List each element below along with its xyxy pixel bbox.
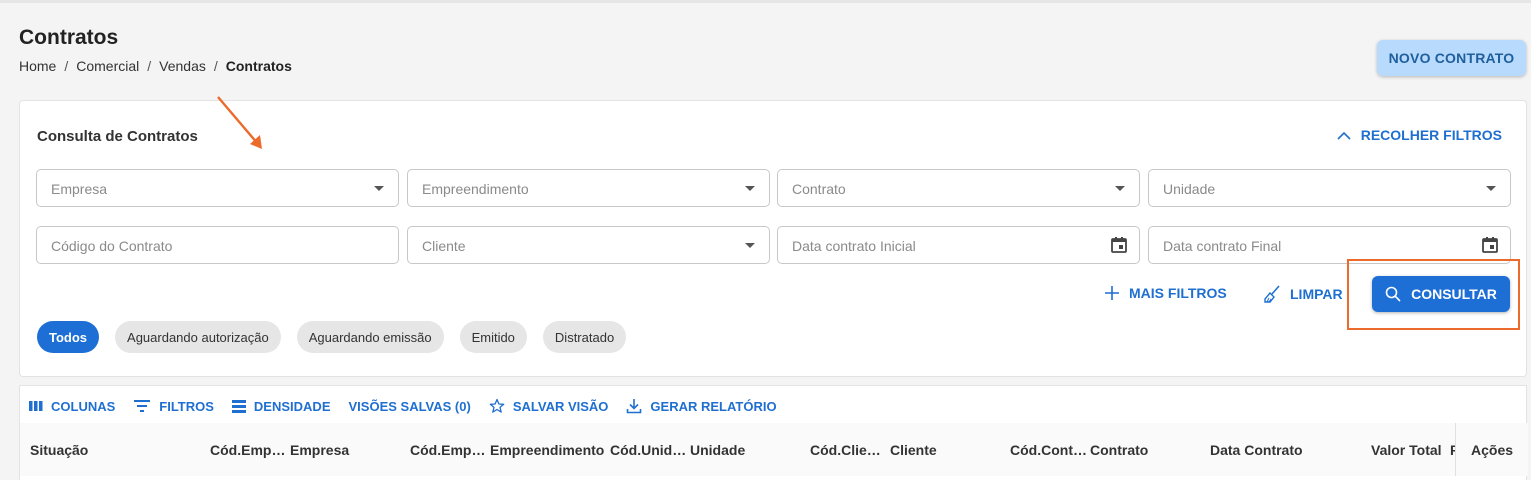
chip-aguardando-emissao[interactable]: Aguardando emissão xyxy=(296,321,444,353)
codigo-contrato-placeholder: Código do Contrato xyxy=(51,238,173,254)
filters-label: FILTROS xyxy=(159,398,214,414)
column-header-unidade[interactable]: Unidade xyxy=(690,442,745,458)
filters-button[interactable]: FILTROS xyxy=(133,399,214,414)
empreendimento-placeholder: Empreendimento xyxy=(422,181,529,197)
column-header-valor-total[interactable]: Valor Total xyxy=(1371,442,1442,458)
column-header-empreendimento[interactable]: Empreendimento xyxy=(490,442,604,458)
unidade-placeholder: Unidade xyxy=(1163,181,1216,197)
breadcrumb-separator: / xyxy=(213,58,218,74)
breadcrumb-separator: / xyxy=(64,58,69,74)
clear-label: LIMPAR xyxy=(1290,286,1343,302)
chevron-down-icon xyxy=(1115,186,1125,191)
more-filters-button[interactable]: MAIS FILTROS xyxy=(1104,285,1227,301)
chip-distratado[interactable]: Distratado xyxy=(542,321,627,353)
columns-button[interactable]: COLUNAS xyxy=(29,399,115,414)
annotation-arrow-icon xyxy=(217,96,262,149)
column-header-cod-unidade[interactable]: Cód.Unid… xyxy=(610,442,686,458)
unidade-select[interactable]: Unidade xyxy=(1148,169,1511,207)
contrato-select[interactable]: Contrato xyxy=(777,169,1140,207)
chip-emitido[interactable]: Emitido xyxy=(459,321,527,353)
column-header-contrato[interactable]: Contrato xyxy=(1090,442,1148,458)
consult-label: CONSULTAR xyxy=(1411,286,1497,302)
columns-label: COLUNAS xyxy=(51,398,116,414)
chevron-up-icon xyxy=(1337,131,1351,140)
clear-button[interactable]: LIMPAR xyxy=(1263,285,1343,303)
collapse-filters-label: RECOLHER FILTROS xyxy=(1360,127,1502,143)
table-header-row: Situação Cód.Emp… Empresa Cód.Emp… Empre… xyxy=(20,423,1528,476)
chevron-down-icon xyxy=(745,186,755,191)
new-contract-button[interactable]: NOVO CONTRATO xyxy=(1377,40,1526,76)
top-border xyxy=(0,0,1531,3)
density-label: DENSIDADE xyxy=(253,398,331,414)
column-header-cod-empreendimento[interactable]: Cód.Emp… xyxy=(410,442,485,458)
data-inicial-placeholder: Data contrato Inicial xyxy=(792,238,916,254)
plus-icon xyxy=(1105,286,1119,300)
star-icon xyxy=(489,398,505,413)
save-view-label: SALVAR VISÃO xyxy=(512,398,609,414)
filter-panel-title: Consulta de Contratos xyxy=(37,128,198,145)
cliente-placeholder: Cliente xyxy=(422,238,466,254)
column-header-cod-cliente[interactable]: Cód.Clie… xyxy=(810,442,881,458)
density-icon xyxy=(231,399,246,413)
column-header-acoes: Ações xyxy=(1471,442,1514,458)
column-header-cliente[interactable]: Cliente xyxy=(890,442,937,458)
column-header-situacao[interactable]: Situação xyxy=(30,442,88,458)
chip-aguardando-autorizacao[interactable]: Aguardando autorização xyxy=(115,321,281,353)
empresa-select[interactable]: Empresa xyxy=(36,169,399,207)
saved-views-button[interactable]: VISÕES SALVAS (0) xyxy=(349,399,471,414)
density-button[interactable]: DENSIDADE xyxy=(231,398,331,414)
saved-views-label: VISÕES SALVAS (0) xyxy=(348,398,471,414)
empreendimento-select[interactable]: Empreendimento xyxy=(407,169,770,207)
status-chips: Todos Aguardando autorização Aguardando … xyxy=(37,321,627,353)
cliente-select[interactable]: Cliente xyxy=(407,226,770,264)
data-final-placeholder: Data contrato Final xyxy=(1163,238,1282,254)
chevron-down-icon xyxy=(1486,186,1496,191)
column-header-data-contrato[interactable]: Data Contrato xyxy=(1210,442,1303,458)
save-view-button[interactable]: SALVAR VISÃO xyxy=(489,398,609,414)
consult-button[interactable]: CONSULTAR xyxy=(1372,276,1510,312)
chip-todos[interactable]: Todos xyxy=(37,321,100,353)
breadcrumb-current: Contratos xyxy=(225,58,292,74)
more-filters-label: MAIS FILTROS xyxy=(1129,285,1227,301)
contrato-placeholder: Contrato xyxy=(792,181,846,197)
filter-icon xyxy=(134,400,151,412)
page-title: Contratos xyxy=(19,26,119,49)
breadcrumb-home[interactable]: Home xyxy=(19,58,56,74)
breadcrumb: Home / Comercial / Vendas / Contratos xyxy=(19,58,292,74)
generate-report-button[interactable]: GERAR RELATÓRIO xyxy=(626,398,777,414)
empresa-placeholder: Empresa xyxy=(51,181,108,197)
column-divider xyxy=(1455,423,1456,476)
column-header-cod-empresa[interactable]: Cód.Emp… xyxy=(210,442,285,458)
breadcrumb-vendas[interactable]: Vendas xyxy=(159,58,206,74)
download-icon xyxy=(627,399,642,414)
breadcrumb-separator: / xyxy=(147,58,152,74)
column-header-empresa[interactable]: Empresa xyxy=(290,442,349,458)
column-header-cod-contrato[interactable]: Cód.Cont… xyxy=(1010,442,1087,458)
calendar-icon[interactable] xyxy=(1109,235,1129,255)
chevron-down-icon xyxy=(745,243,755,248)
search-icon xyxy=(1385,286,1401,302)
columns-icon xyxy=(29,401,43,411)
contracts-grid: COLUNAS FILTROS DENSIDADE VISÕES SALVAS … xyxy=(19,385,1528,480)
collapse-filters-button[interactable]: RECOLHER FILTROS xyxy=(1337,127,1502,143)
generate-report-label: GERAR RELATÓRIO xyxy=(650,398,777,414)
data-inicial-input[interactable]: Data contrato Inicial xyxy=(777,226,1140,264)
codigo-contrato-input[interactable]: Código do Contrato xyxy=(36,226,399,264)
broom-icon xyxy=(1264,285,1280,303)
grid-toolbar: COLUNAS FILTROS DENSIDADE VISÕES SALVAS … xyxy=(29,398,777,414)
breadcrumb-comercial[interactable]: Comercial xyxy=(76,58,139,74)
chevron-down-icon xyxy=(374,186,384,191)
calendar-icon[interactable] xyxy=(1480,235,1500,255)
